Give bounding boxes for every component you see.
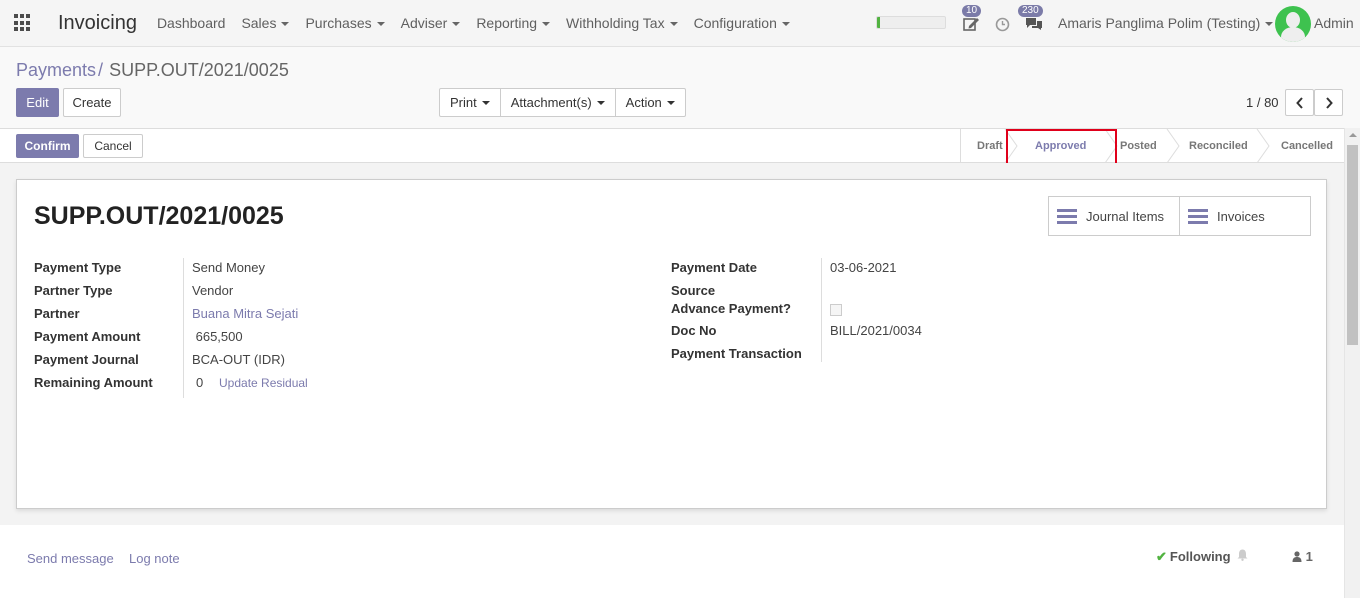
stage-reconciled: Reconciled [1189, 140, 1248, 152]
clock-icon[interactable] [995, 17, 1010, 36]
field-divider [183, 258, 184, 398]
caret-down-icon [666, 100, 675, 105]
confirm-button[interactable]: Confirm [16, 134, 79, 158]
advance-payment-label: Advance Payment? [671, 301, 791, 316]
user-icon [1292, 551, 1302, 562]
caret-down-icon [452, 22, 461, 27]
update-residual-button[interactable]: Update Residual [219, 376, 308, 390]
menu-purchases[interactable]: Purchases [305, 15, 385, 31]
partner-label: Partner [34, 306, 80, 321]
caret-down-icon [481, 100, 490, 105]
vertical-scrollbar[interactable] [1344, 128, 1360, 598]
payment-transaction-label: Payment Transaction [671, 346, 802, 361]
cancel-button[interactable]: Cancel [83, 134, 143, 158]
breadcrumb-current: SUPP.OUT/2021/0025 [109, 60, 289, 80]
stage-cancelled: Cancelled [1281, 140, 1333, 152]
pager-next-button[interactable] [1314, 89, 1343, 116]
onboarding-progress-bar[interactable] [876, 16, 946, 29]
form-sheet: SUPP.OUT/2021/0025 Journal Items Invoice… [16, 179, 1327, 509]
remaining-amount-value: 0 [196, 375, 204, 390]
field-divider [821, 258, 822, 362]
status-bar: Confirm Cancel Draft Approved Posted Rec… [0, 128, 1344, 163]
check-icon: ✔ [1156, 549, 1167, 564]
doc-no-label: Doc No [671, 323, 717, 338]
scrollbar-thumb[interactable] [1347, 145, 1358, 345]
caret-down-icon [1265, 22, 1274, 27]
pager-value[interactable]: 1 / 80 [1246, 95, 1279, 110]
chevron-right-icon [1325, 96, 1333, 109]
breadcrumb-separator: / [98, 60, 104, 80]
followers-button[interactable]: 1 [1292, 549, 1313, 564]
messages-icon[interactable] [1025, 16, 1043, 36]
menu-configuration[interactable]: Configuration [694, 15, 790, 31]
attachments-dropdown[interactable]: Attachment(s) [501, 89, 616, 116]
caret-down-icon [669, 22, 678, 27]
apps-grid-icon[interactable] [14, 14, 32, 32]
menu-sales[interactable]: Sales [241, 15, 290, 31]
breadcrumb: Payments / SUPP.OUT/2021/0025 [16, 60, 289, 81]
menu-withholding-tax[interactable]: Withholding Tax [566, 15, 678, 31]
edit-activity-icon[interactable] [963, 16, 980, 36]
pager-previous-button[interactable] [1285, 89, 1314, 116]
payment-amount-value: 665,500 [192, 329, 243, 344]
print-dropdown[interactable]: Print [440, 89, 501, 116]
list-icon [1057, 208, 1077, 224]
highlight-box [1006, 129, 1117, 165]
company-switcher[interactable]: Amaris Panglima Polim (Testing) [1058, 15, 1274, 31]
partner-link[interactable]: Buana Mitra Sejati [192, 306, 298, 321]
remaining-amount-label: Remaining Amount [34, 375, 153, 390]
advance-payment-checkbox[interactable] [830, 304, 842, 316]
record-title: SUPP.OUT/2021/0025 [34, 202, 284, 230]
stage-posted: Posted [1120, 140, 1157, 152]
source-label: Source [671, 283, 716, 298]
chatter [0, 525, 1344, 598]
messages-badge: 230 [1018, 5, 1043, 17]
user-avatar[interactable] [1275, 6, 1311, 42]
caret-down-icon [596, 100, 605, 105]
app-name[interactable]: Invoicing [58, 12, 137, 35]
caret-down-icon [376, 22, 385, 27]
action-button-group: Print Attachment(s) Action [439, 88, 686, 117]
log-note-button[interactable]: Log note [129, 551, 180, 566]
smart-buttons: Journal Items Invoices [1048, 196, 1311, 236]
top-navbar: Invoicing Dashboard Sales Purchases Advi… [0, 0, 1360, 47]
list-icon [1188, 208, 1208, 224]
send-message-button[interactable]: Send message [27, 551, 114, 566]
partner-type-label: Partner Type [34, 283, 113, 298]
doc-no-value: BILL/2021/0034 [830, 323, 922, 338]
caret-down-icon [781, 22, 790, 27]
menu-adviser[interactable]: Adviser [401, 15, 461, 31]
admin-label[interactable]: Admin [1314, 15, 1354, 31]
partner-type-value: Vendor [192, 283, 234, 298]
edit-button[interactable]: Edit [16, 88, 59, 117]
payment-journal-label: Payment Journal [34, 352, 139, 367]
menu-dashboard[interactable]: Dashboard [157, 15, 226, 31]
create-button[interactable]: Create [63, 88, 121, 117]
bell-icon[interactable] [1237, 549, 1248, 564]
payment-type-label: Payment Type [34, 260, 122, 275]
journal-items-button[interactable]: Journal Items [1049, 197, 1180, 235]
breadcrumb-payments-link[interactable]: Payments [16, 60, 96, 80]
caret-down-icon [542, 22, 551, 27]
payment-date-value: 03-06-2021 [830, 260, 897, 275]
payment-date-label: Payment Date [671, 260, 757, 275]
invoices-button[interactable]: Invoices [1180, 197, 1310, 235]
action-dropdown[interactable]: Action [616, 89, 685, 116]
payment-amount-label: Payment Amount [34, 329, 141, 344]
menu-reporting[interactable]: Reporting [476, 15, 551, 31]
activity-badge: 10 [962, 5, 982, 17]
payment-journal-value: BCA-OUT (IDR) [192, 352, 285, 367]
scroll-up-icon[interactable] [1349, 133, 1357, 137]
following-button[interactable]: ✔ Following [1156, 549, 1231, 565]
payment-type-value: Send Money [192, 260, 265, 275]
stage-draft: Draft [977, 140, 1003, 152]
chevron-left-icon [1295, 96, 1303, 109]
caret-down-icon [281, 22, 290, 27]
